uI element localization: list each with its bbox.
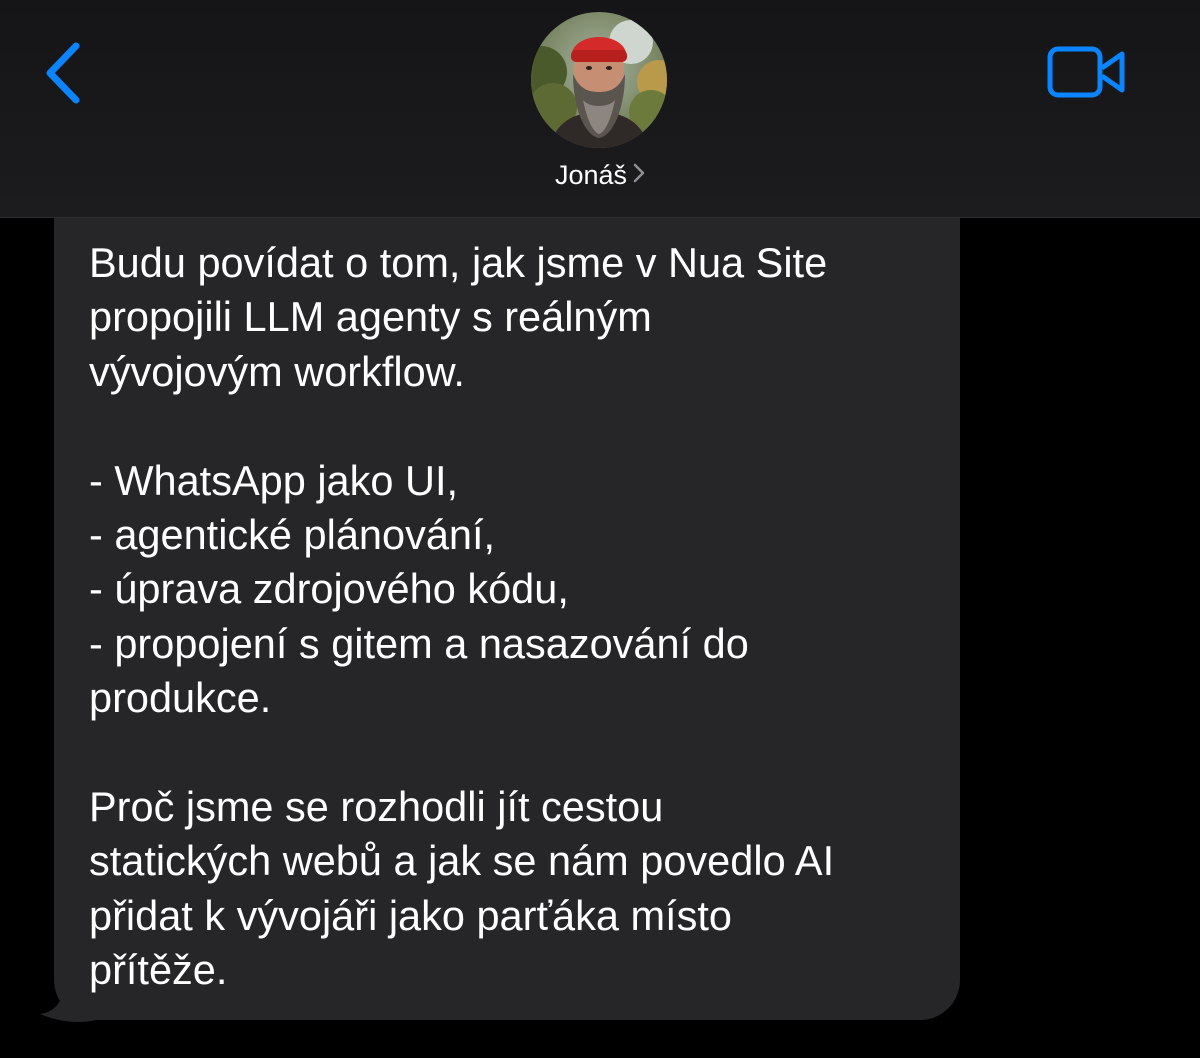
chevron-left-icon bbox=[46, 42, 80, 104]
back-button[interactable] bbox=[40, 40, 90, 106]
conversation-header: Jonáš bbox=[0, 0, 1200, 218]
chevron-right-icon bbox=[633, 162, 645, 189]
messages-screen: Budu povídat o tom, jak jsme v Nua Site … bbox=[0, 0, 1200, 1058]
video-call-button[interactable] bbox=[1046, 44, 1128, 100]
contact-name-link[interactable]: Jonáš bbox=[0, 160, 1200, 191]
contact-avatar[interactable] bbox=[531, 12, 667, 148]
video-camera-icon bbox=[1047, 46, 1125, 98]
contact-name: Jonáš bbox=[554, 160, 628, 190]
message-text: Budu povídat o tom, jak jsme v Nua Site … bbox=[89, 239, 835, 994]
